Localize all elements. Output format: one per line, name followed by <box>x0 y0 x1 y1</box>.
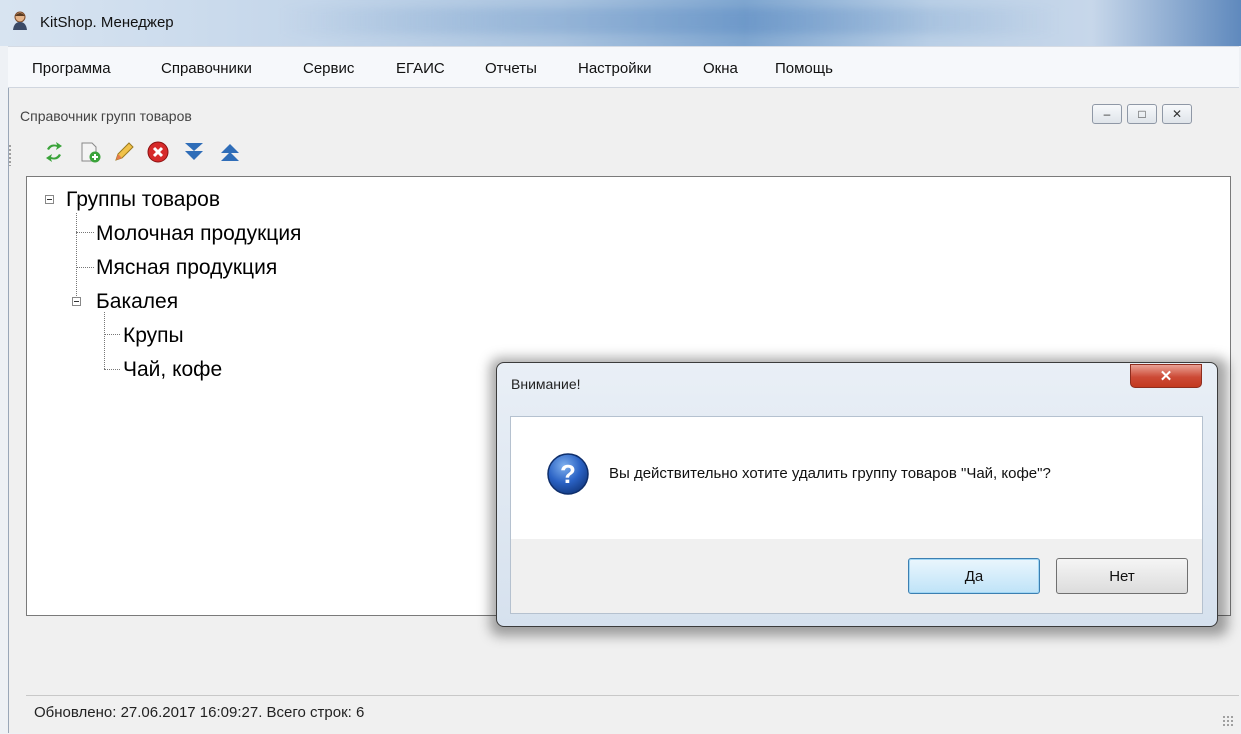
dialog-close-button[interactable]: ✕ <box>1130 364 1202 388</box>
collapse-root-icon[interactable] <box>45 195 54 204</box>
menu-service[interactable]: Сервис <box>303 60 354 77</box>
close-icon: ✕ <box>1171 107 1183 121</box>
toolbar-grip[interactable] <box>8 144 12 166</box>
menu-help[interactable]: Помощь <box>775 60 833 77</box>
question-icon: ? <box>547 453 589 495</box>
refresh-icon[interactable] <box>42 140 66 164</box>
minimize-icon: – <box>1103 107 1111 121</box>
resize-grip-icon[interactable] <box>1222 715 1234 727</box>
menu-egais[interactable]: ЕГАИС <box>396 60 445 77</box>
close-child-button[interactable]: ✕ <box>1162 104 1192 124</box>
svg-text:?: ? <box>560 459 576 489</box>
tree-line <box>76 213 78 302</box>
minimize-button[interactable]: – <box>1092 104 1122 124</box>
tree-item-dairy[interactable]: Молочная продукция <box>96 221 301 247</box>
tree-item-bakaleya[interactable]: Бакалея <box>96 289 178 315</box>
edit-pencil-icon[interactable] <box>112 140 136 164</box>
tree-item-groats[interactable]: Крупы <box>123 323 184 349</box>
add-document-icon[interactable] <box>78 140 102 164</box>
move-down-icon[interactable] <box>182 140 206 164</box>
child-window-title: Справочник групп товаров <box>20 108 192 124</box>
tree-line <box>104 334 120 336</box>
menu-bar: Программа Справочники Сервис ЕГАИС Отчет… <box>8 46 1239 88</box>
move-up-icon[interactable] <box>218 140 242 164</box>
close-icon: ✕ <box>1159 368 1173 385</box>
restore-button[interactable]: □ <box>1127 104 1157 124</box>
menu-windows[interactable]: Окна <box>703 60 738 77</box>
title-bar-background <box>280 8 1060 34</box>
no-button[interactable]: Нет <box>1056 558 1188 594</box>
menu-reports[interactable]: Отчеты <box>485 60 537 77</box>
tree-line <box>76 267 94 269</box>
restore-icon: □ <box>1138 107 1146 121</box>
user-avatar-icon <box>13 11 27 30</box>
menu-directories[interactable]: Справочники <box>161 60 252 77</box>
yes-button[interactable]: Да <box>908 558 1040 594</box>
tree-line <box>104 369 120 371</box>
app-title: KitShop. Менеджер <box>40 14 174 31</box>
tree-item-tea-coffee[interactable]: Чай, кофе <box>123 357 222 383</box>
menu-settings[interactable]: Настройки <box>578 60 652 77</box>
dialog-message: Вы действительно хотите удалить группу т… <box>609 465 1051 482</box>
title-bar[interactable] <box>0 0 1241 46</box>
tree-line <box>104 312 106 369</box>
status-text: Обновлено: 27.06.2017 16:09:27. Всего ст… <box>34 704 365 721</box>
collapse-bakaleya-icon[interactable] <box>72 297 81 306</box>
delete-icon[interactable] <box>146 140 170 164</box>
tree-item-meat[interactable]: Мясная продукция <box>96 255 277 281</box>
menu-program[interactable]: Программа <box>32 60 111 77</box>
dialog-title: Внимание! <box>511 376 581 392</box>
tree-root[interactable]: Группы товаров <box>66 187 220 213</box>
tree-line <box>76 232 94 234</box>
